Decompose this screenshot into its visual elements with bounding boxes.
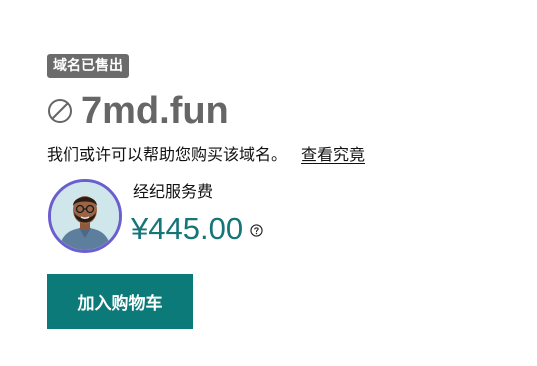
domain-title-row: 7md.fun	[47, 88, 229, 134]
sold-status-badge: 域名已售出	[47, 54, 129, 78]
agent-avatar-image	[51, 182, 119, 250]
learn-more-link[interactable]: 查看究竟	[301, 145, 365, 164]
broker-price-row: ¥445.00	[131, 208, 263, 250]
broker-avatar	[48, 179, 122, 253]
broker-fee-price: ¥445.00	[131, 211, 244, 246]
help-description: 我们或许可以帮助您购买该域名。 查看究竟	[47, 143, 365, 167]
domain-sold-panel: 域名已售出 7md.fun 我们或许可以帮助您购买该域名。 查看究竟 经纪服务费…	[0, 0, 537, 366]
ban-icon	[48, 99, 72, 123]
broker-fee-label: 经纪服务费	[133, 182, 214, 201]
help-description-text: 我们或许可以帮助您购买该域名。	[47, 145, 288, 164]
domain-name: 7md.fun	[81, 90, 229, 132]
add-to-cart-button[interactable]: 加入购物车	[47, 274, 193, 329]
question-circle-icon[interactable]	[250, 223, 263, 237]
